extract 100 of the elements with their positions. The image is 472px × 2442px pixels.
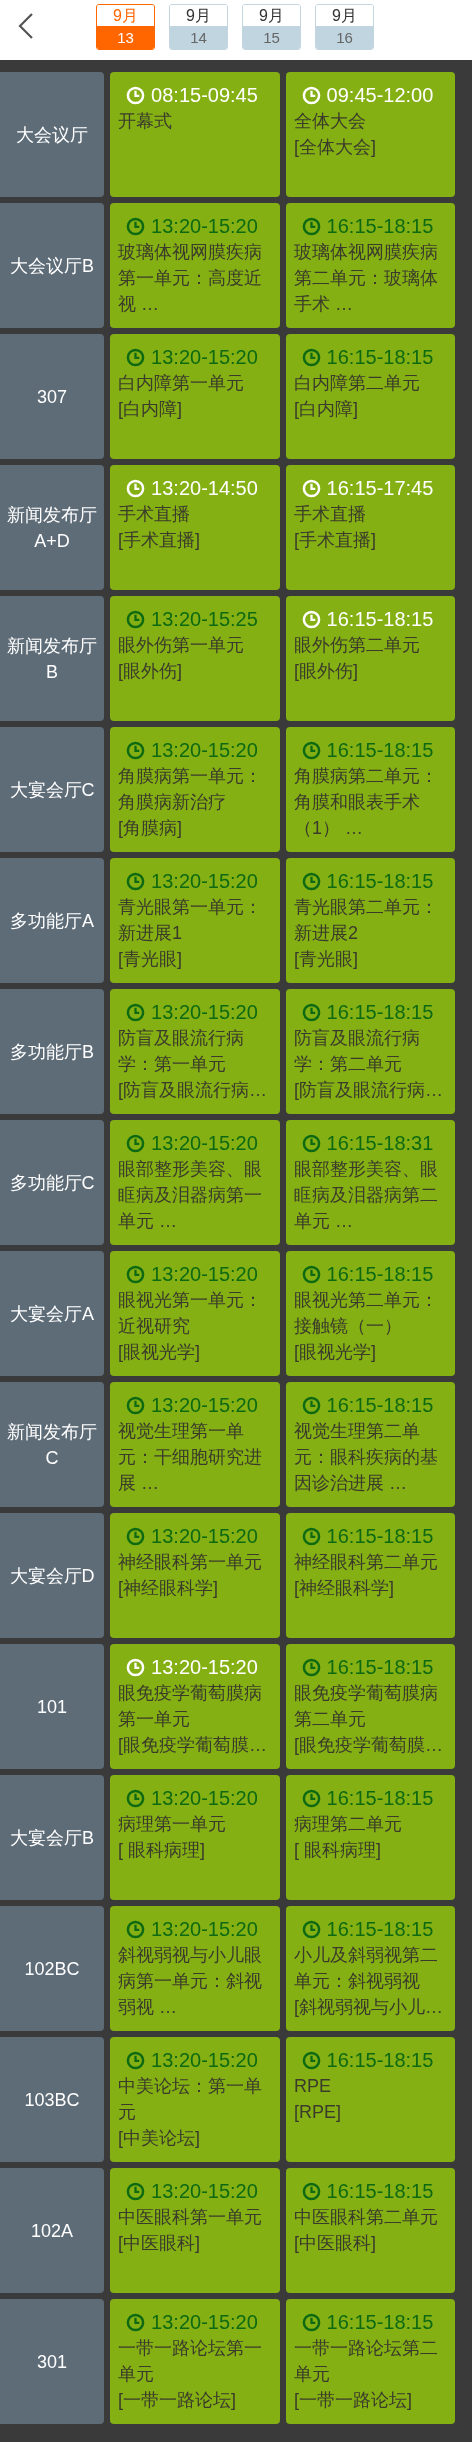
session-card[interactable]: 13:20-15:25 眼外伤第一单元 [眼外伤] <box>110 596 280 721</box>
session-time: 16:15-18:15 <box>294 1916 449 1942</box>
session-time: 13:20-15:20 <box>118 1261 274 1287</box>
session-card[interactable]: 16:15-18:15 神经眼科第二单元 [神经眼科学] <box>286 1513 455 1638</box>
session-time: 16:15-18:15 <box>294 737 449 763</box>
session-card[interactable]: 13:20-15:20 神经眼科第一单元 [神经眼科学] <box>110 1513 280 1638</box>
room-label: 102BC <box>0 1906 104 2031</box>
session-title: 玻璃体视网膜疾病第一单元：高度近视 … <box>118 241 263 316</box>
session-time: 16:15-17:45 <box>294 475 449 501</box>
session-time: 16:15-18:15 <box>294 1392 449 1418</box>
session-card[interactable]: 16:15-18:31 眼部整形美容、眼眶病及泪器病第二单元 … <box>286 1120 455 1245</box>
clock-icon <box>301 1657 321 1677</box>
clock-icon <box>126 740 146 760</box>
session-time: 16:15-18:15 <box>294 606 449 632</box>
session-card[interactable]: 16:15-18:15 小儿及斜弱视第二单元：斜视弱视 [斜视弱视与小儿… <box>286 1906 455 2031</box>
session-title: 视觉生理第二单元：眼科疾病的基因诊治进展 … <box>294 1420 439 1495</box>
session-track: [青光眼] <box>294 948 359 971</box>
session-card[interactable]: 09:45-12:00 全体大会 [全体大会] <box>286 72 455 197</box>
room-label: 大会议厅B <box>0 203 104 328</box>
date-tab[interactable]: 9月 15 <box>242 4 301 50</box>
session-track: [一带一路论坛] <box>118 2389 237 2412</box>
session-title: 中医眼科第二单元 <box>294 2206 439 2229</box>
room-label: 101 <box>0 1644 104 1769</box>
clock-icon <box>301 1395 321 1415</box>
clock-icon <box>126 1133 146 1153</box>
back-icon[interactable] <box>18 12 34 40</box>
clock-icon <box>301 85 321 105</box>
session-time: 13:20-15:20 <box>118 868 274 894</box>
date-tab[interactable]: 9月 14 <box>169 4 228 50</box>
session-card[interactable]: 13:20-15:20 视觉生理第一单元：干细胞研究进展 … <box>110 1382 280 1507</box>
session-track: [眼外伤] <box>294 660 359 683</box>
session-card[interactable]: 13:20-15:20 眼免疫学葡萄膜病第一单元 [眼免疫学葡萄膜… <box>110 1644 280 1769</box>
session-card[interactable]: 16:15-18:15 眼外伤第二单元 [眼外伤] <box>286 596 455 721</box>
clock-icon <box>301 2312 321 2332</box>
session-card[interactable]: 16:15-18:15 视觉生理第二单元：眼科疾病的基因诊治进展 … <box>286 1382 455 1507</box>
session-card[interactable]: 13:20-15:20 病理第一单元 [ 眼科病理] <box>110 1775 280 1900</box>
session-card[interactable]: 13:20-15:20 防盲及眼流行病学：第一单元 [防盲及眼流行病… <box>110 989 280 1114</box>
room-label: 301 <box>0 2299 104 2424</box>
session-title: RPE <box>294 2075 332 2098</box>
clock-icon <box>301 871 321 891</box>
session-card[interactable]: 13:20-15:20 一带一路论坛第一单元 [一带一路论坛] <box>110 2299 280 2424</box>
session-time: 16:15-18:15 <box>294 1261 449 1287</box>
session-card[interactable]: 13:20-15:20 眼部整形美容、眼眶病及泪器病第一单元 … <box>110 1120 280 1245</box>
session-card[interactable]: 13:20-15:20 玻璃体视网膜疾病第一单元：高度近视 … <box>110 203 280 328</box>
session-title: 中美论坛：第一单元 <box>118 2075 263 2124</box>
session-card[interactable]: 13:20-15:20 青光眼第一单元：新进展1 [青光眼] <box>110 858 280 983</box>
session-card[interactable]: 13:20-15:20 斜视弱视与小儿眼病第一单元：斜视弱视 … <box>110 1906 280 2031</box>
session-track: [眼外伤] <box>118 660 183 683</box>
session-track: [白内障] <box>294 398 359 421</box>
session-card[interactable]: 13:20-15:20 白内障第一单元 [白内障] <box>110 334 280 459</box>
session-time: 13:20-15:20 <box>118 1654 274 1680</box>
session-card[interactable]: 16:15-18:15 眼视光第二单元：接触镜（一） [眼视光学] <box>286 1251 455 1376</box>
session-card[interactable]: 16:15-18:15 病理第二单元 [ 眼科病理] <box>286 1775 455 1900</box>
session-card[interactable]: 13:20-14:50 手术直播 [手术直播] <box>110 465 280 590</box>
date-tab[interactable]: 9月 13 <box>96 4 155 50</box>
session-time: 13:20-15:20 <box>118 1916 274 1942</box>
session-card[interactable]: 16:15-18:15 白内障第二单元 [白内障] <box>286 334 455 459</box>
clock-icon <box>126 2050 146 2070</box>
session-time: 09:45-12:00 <box>294 82 449 108</box>
session-card[interactable]: 16:15-18:15 青光眼第二单元：新进展2 [青光眼] <box>286 858 455 983</box>
session-track: [中医眼科] <box>294 2232 377 2255</box>
session-time: 13:20-15:20 <box>118 737 274 763</box>
session-card[interactable]: 16:15-18:15 中医眼科第二单元 [中医眼科] <box>286 2168 455 2293</box>
session-time: 13:20-15:20 <box>118 1130 274 1156</box>
clock-icon <box>301 216 321 236</box>
room-label: 103BC <box>0 2037 104 2162</box>
session-card[interactable]: 08:15-09:45 开幕式 <box>110 72 280 197</box>
clock-icon <box>301 1919 321 1939</box>
clock-icon <box>126 478 146 498</box>
room-label: 新闻发布厅A+D <box>0 465 104 590</box>
session-card[interactable]: 16:15-18:15 角膜病第二单元：角膜和眼表手术（1） … <box>286 727 455 852</box>
session-track: [眼视光学] <box>294 1341 377 1364</box>
session-card[interactable]: 13:20-15:20 角膜病第一单元：角膜病新治疗 [角膜病] <box>110 727 280 852</box>
session-track: [全体大会] <box>294 136 377 159</box>
session-title: 眼免疫学葡萄膜病第一单元 <box>118 1682 263 1731</box>
session-card[interactable]: 13:20-15:20 中医眼科第一单元 [中医眼科] <box>110 2168 280 2293</box>
clock-icon <box>126 871 146 891</box>
session-time: 16:15-18:15 <box>294 2047 449 2073</box>
session-time: 13:20-15:20 <box>118 2178 274 2204</box>
session-card[interactable]: 16:15-18:15 眼免疫学葡萄膜病第二单元 [眼免疫学葡萄膜… <box>286 1644 455 1769</box>
session-title: 眼免疫学葡萄膜病第二单元 <box>294 1682 439 1731</box>
clock-icon <box>301 1264 321 1284</box>
session-track: [ 眼科病理] <box>118 1839 206 1862</box>
session-card[interactable]: 16:15-18:15 RPE [RPE] <box>286 2037 455 2162</box>
session-card[interactable]: 16:15-18:15 防盲及眼流行病学：第二单元 [防盲及眼流行病… <box>286 989 455 1114</box>
session-title: 角膜病第一单元：角膜病新治疗 <box>118 765 263 814</box>
clock-icon <box>301 347 321 367</box>
clock-icon <box>126 216 146 236</box>
room-label: 大宴会厅D <box>0 1513 104 1638</box>
clock-icon <box>126 1395 146 1415</box>
session-title: 视觉生理第一单元：干细胞研究进展 … <box>118 1420 263 1495</box>
session-card[interactable]: 16:15-18:15 玻璃体视网膜疾病第二单元：玻璃体手术 … <box>286 203 455 328</box>
session-card[interactable]: 16:15-18:15 一带一路论坛第二单元 [一带一路论坛] <box>286 2299 455 2424</box>
session-card[interactable]: 16:15-17:45 手术直播 [手术直播] <box>286 465 455 590</box>
session-title: 全体大会 <box>294 110 367 133</box>
date-tab[interactable]: 9月 16 <box>315 4 374 50</box>
session-card[interactable]: 13:20-15:20 眼视光第一单元：近视研究 [眼视光学] <box>110 1251 280 1376</box>
clock-icon <box>301 1133 321 1153</box>
session-card[interactable]: 13:20-15:20 中美论坛：第一单元 [中美论坛] <box>110 2037 280 2162</box>
session-title: 眼外伤第一单元 <box>118 634 245 657</box>
